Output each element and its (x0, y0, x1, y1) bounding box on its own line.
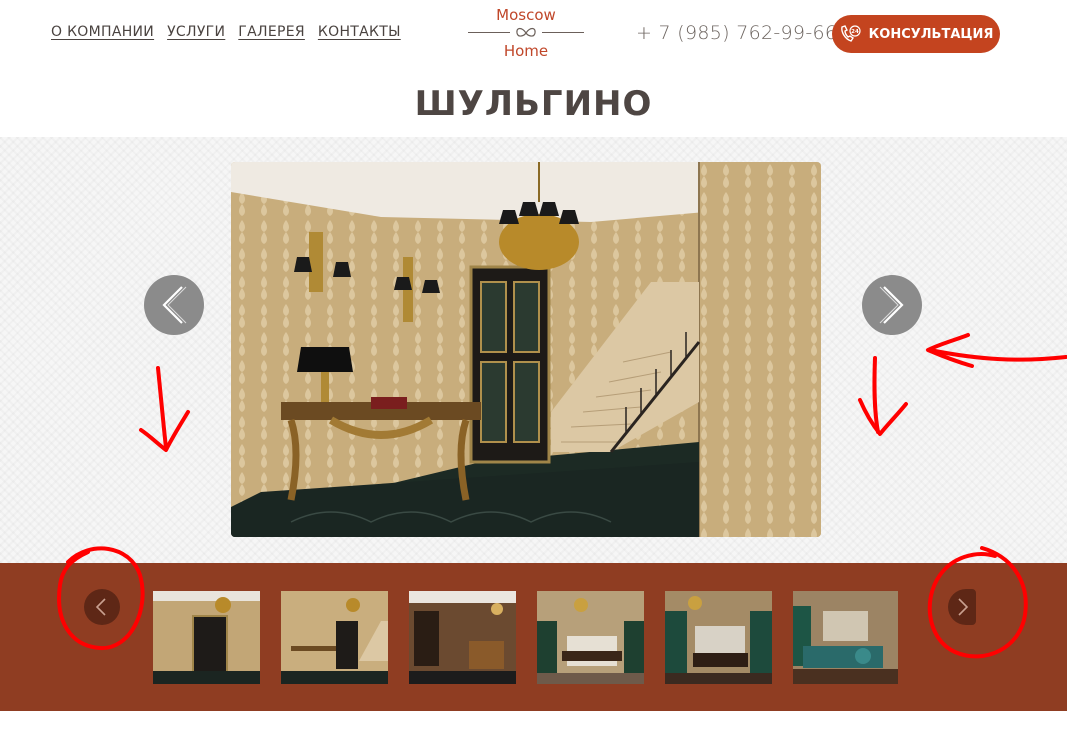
thumbs-next-button[interactable] (948, 589, 976, 625)
nav-link-gallery[interactable]: ГАЛЕРЕЯ (238, 24, 305, 40)
logo-line1: Moscow (496, 6, 556, 24)
phone-number[interactable]: + 7 (985) 762-99-66 (636, 22, 837, 44)
slider-prev-button[interactable] (144, 275, 204, 335)
chevron-left-icon (95, 598, 106, 616)
main-gallery-photo[interactable] (231, 162, 821, 537)
thumbnail-image (153, 591, 260, 684)
phone-24-icon: 24 (840, 25, 861, 42)
slider-next-button[interactable] (862, 275, 922, 335)
thumbnail-image (281, 591, 388, 684)
gallery-thumbnail[interactable] (665, 591, 772, 684)
thumbnail-image (793, 591, 898, 684)
ornament-icon (516, 27, 536, 37)
thumbnail-image (409, 591, 516, 684)
consultation-label: КОНСУЛЬТАЦИЯ (868, 26, 994, 42)
main-nav: О КОМПАНИИ УСЛУГИ ГАЛЕРЕЯ КОНТАКТЫ (51, 24, 401, 40)
gallery-thumbnail[interactable] (409, 591, 516, 684)
logo-line2: Home (503, 42, 549, 60)
gallery-thumbnail[interactable] (793, 591, 898, 684)
nav-link-contacts[interactable]: КОНТАКТЫ (318, 24, 401, 40)
thumbnail-image (665, 591, 772, 684)
logo-divider (468, 24, 584, 42)
hall-interior-image (231, 162, 821, 537)
chevron-left-icon (162, 286, 187, 324)
nav-link-about[interactable]: О КОМПАНИИ (51, 24, 154, 40)
thumbs-prev-button[interactable] (84, 589, 120, 625)
thumbnail-image (537, 591, 644, 684)
chevron-right-icon (958, 598, 969, 616)
gallery-thumbnail[interactable] (281, 591, 388, 684)
site-logo[interactable]: Moscow Home (468, 6, 584, 62)
gallery-thumbnail[interactable] (537, 591, 644, 684)
chevron-right-icon (879, 286, 904, 324)
nav-link-services[interactable]: УСЛУГИ (167, 24, 225, 40)
gallery-thumbnail[interactable] (153, 591, 260, 684)
svg-text:24: 24 (851, 29, 859, 35)
page-title: ШУЛЬГИНО (414, 84, 653, 124)
consultation-button[interactable]: 24 КОНСУЛЬТАЦИЯ (832, 15, 1000, 53)
